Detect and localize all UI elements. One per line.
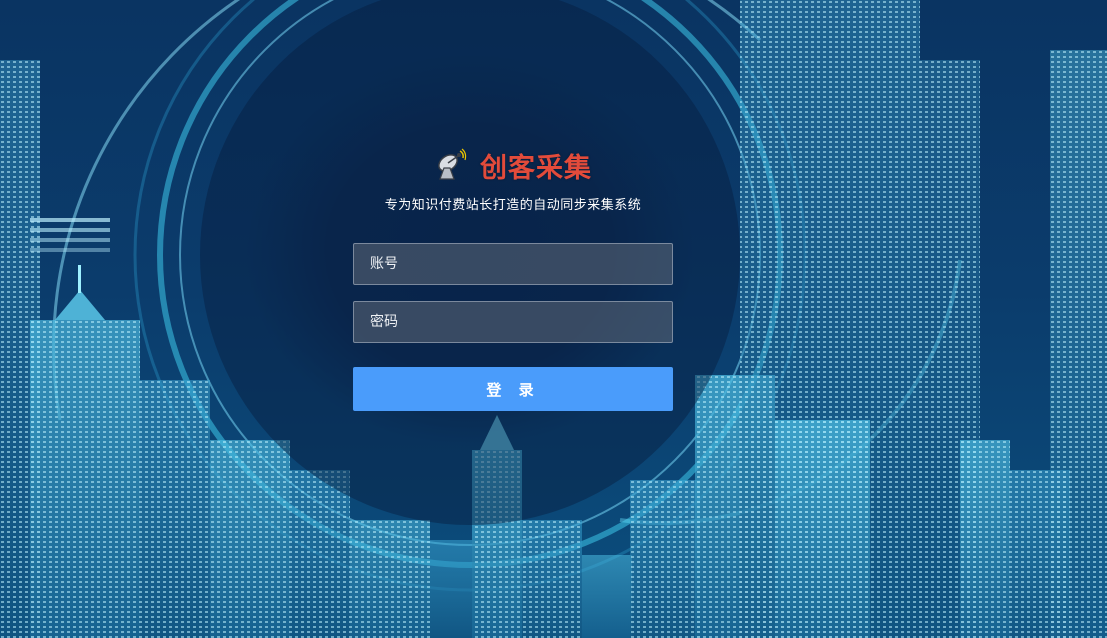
login-panel: 创客采集 专为知识付费站长打造的自动同步采集系统 登 录	[353, 140, 673, 411]
login-button[interactable]: 登 录	[353, 367, 673, 411]
brand-title: 创客采集	[480, 152, 592, 184]
brand-header: 创客采集	[353, 140, 673, 190]
account-input[interactable]	[353, 243, 673, 285]
subtitle: 专为知识付费站长打造的自动同步采集系统	[384, 198, 642, 213]
satellite-dish-icon	[434, 148, 468, 182]
password-input[interactable]	[353, 301, 673, 343]
